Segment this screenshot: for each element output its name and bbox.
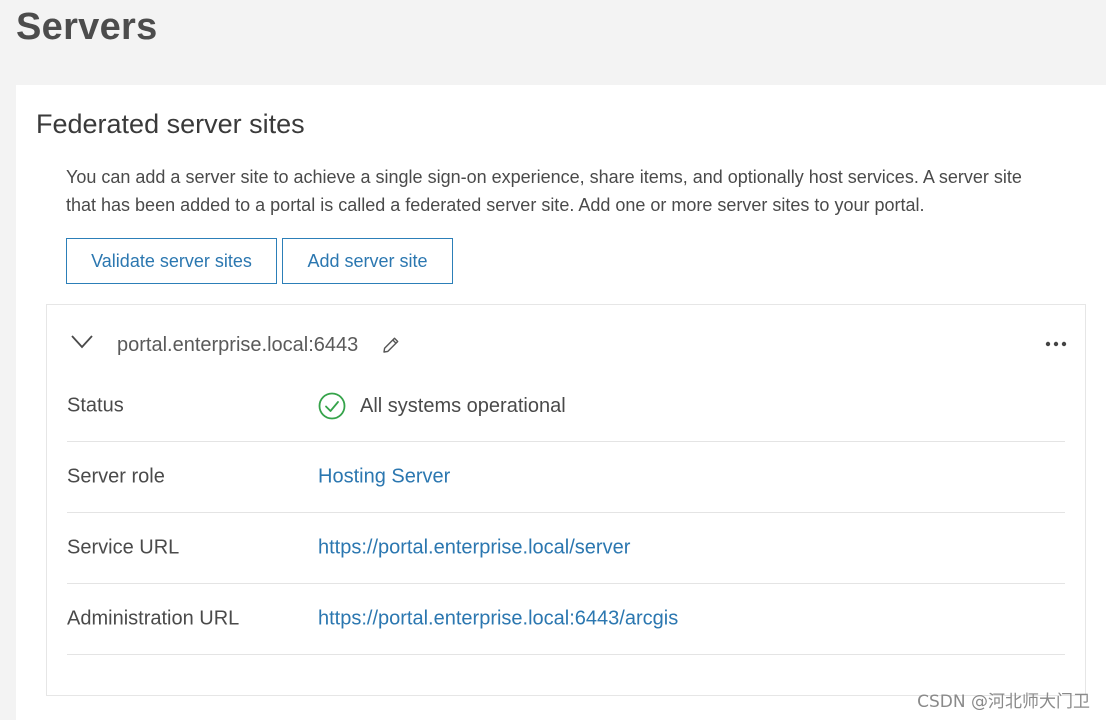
- server-site-panel: portal.enterprise.local:6443 Status All …: [46, 304, 1086, 696]
- watermark-text: CSDN @河北师大门卫: [917, 692, 1090, 712]
- server-hostname: portal.enterprise.local:6443: [117, 334, 359, 356]
- administration-url-label: Administration URL: [67, 607, 240, 630]
- server-role-row: Server role Hosting Server: [67, 442, 1065, 513]
- add-server-site-button[interactable]: Add server site: [282, 238, 453, 284]
- check-circle-icon: [318, 392, 346, 420]
- administration-url-link[interactable]: https://portal.enterprise.local:6443/arc…: [318, 608, 678, 631]
- pencil-icon[interactable]: [381, 335, 401, 355]
- status-row: Status All systems operational: [67, 371, 1065, 442]
- status-text: All systems operational: [360, 394, 566, 417]
- status-label: Status: [67, 394, 124, 417]
- administration-url-row: Administration URL https://portal.enterp…: [67, 584, 1065, 655]
- server-role-link[interactable]: Hosting Server: [318, 466, 450, 489]
- section-title: Federated server sites: [36, 109, 305, 139]
- service-url-label: Service URL: [67, 536, 180, 559]
- page-title: Servers: [16, 6, 158, 48]
- section-description: You can add a server site to achieve a s…: [66, 167, 1022, 215]
- federated-servers-card: Federated server sites You can add a ser…: [16, 85, 1106, 720]
- chevron-down-icon[interactable]: [71, 335, 93, 349]
- validate-server-sites-button[interactable]: Validate server sites: [66, 238, 277, 284]
- server-role-label: Server role: [67, 465, 165, 488]
- service-url-row: Service URL https://portal.enterprise.lo…: [67, 513, 1065, 584]
- status-value: All systems operational: [318, 392, 566, 420]
- more-horizontal-icon[interactable]: [1045, 341, 1067, 347]
- service-url-link[interactable]: https://portal.enterprise.local/server: [318, 537, 630, 560]
